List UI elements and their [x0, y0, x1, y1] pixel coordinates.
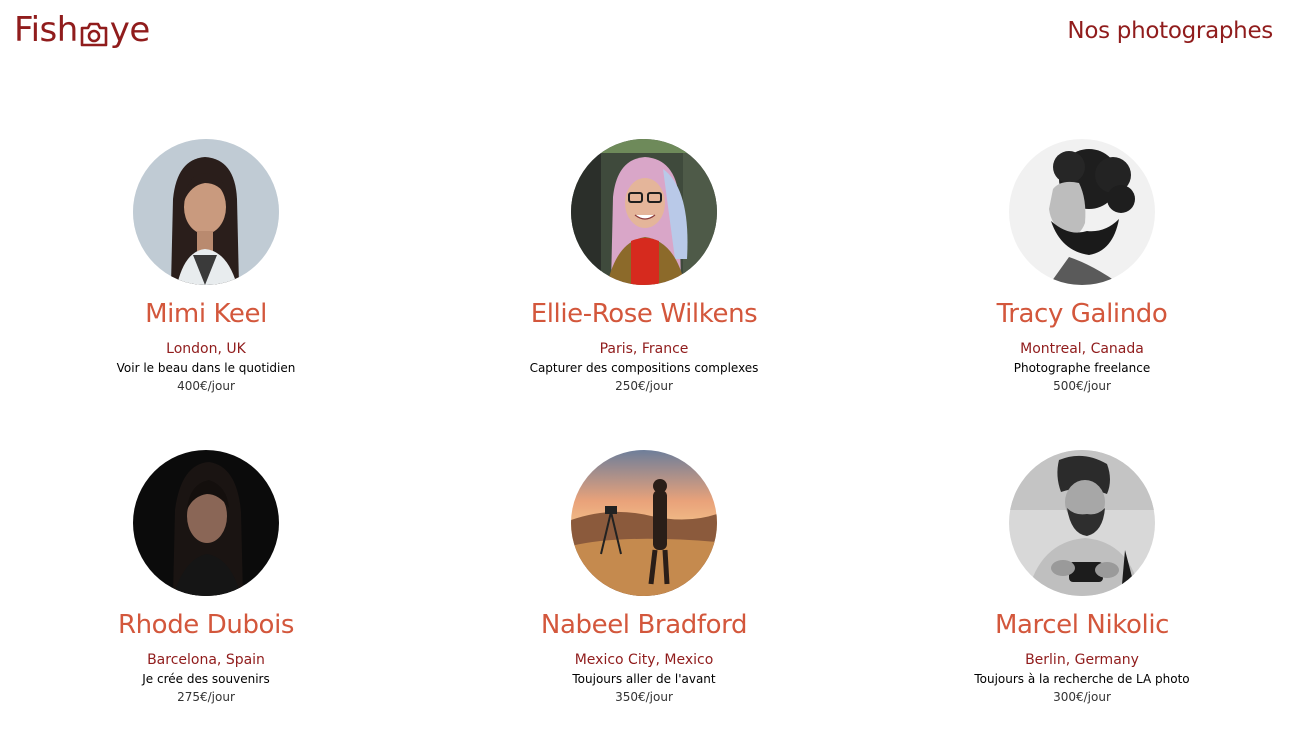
logo-text-left: Fish	[14, 10, 78, 50]
portrait-image	[571, 139, 717, 285]
photographer-tagline: Photographe freelance	[1013, 361, 1151, 375]
photographer-card[interactable]: Nabeel Bradford Mexico City, Mexico Touj…	[464, 450, 824, 705]
photographer-location: Paris, France	[599, 341, 689, 357]
logo-text-right: ye	[109, 10, 151, 50]
photographer-name: Marcel Nikolic	[994, 610, 1170, 640]
photographer-card[interactable]: Marcel Nikolic Berlin, Germany Toujours …	[902, 450, 1262, 705]
photographer-price: 350€/jour	[615, 690, 673, 704]
camera-icon	[79, 17, 109, 47]
photographer-location: Berlin, Germany	[1025, 652, 1139, 668]
photographer-location: Mexico City, Mexico	[574, 652, 714, 668]
photographer-location: Barcelona, Spain	[147, 652, 265, 668]
photographer-price: 275€/jour	[177, 690, 235, 704]
photographer-name: Tracy Galindo	[996, 299, 1168, 329]
portrait-image	[133, 450, 279, 596]
photographer-card[interactable]: Rhode Dubois Barcelona, Spain Je crée de…	[26, 450, 386, 705]
photographer-price: 500€/jour	[1053, 379, 1111, 393]
photographer-price: 250€/jour	[615, 379, 673, 393]
photographer-location: London, UK	[166, 341, 246, 357]
photographer-price: 300€/jour	[1053, 690, 1111, 704]
site-header: Fish ye Nos photographes	[0, 0, 1291, 80]
photographer-price: 400€/jour	[177, 379, 235, 393]
photographer-name: Nabeel Bradford	[540, 610, 748, 640]
photographer-tagline: Toujours aller de l'avant	[572, 672, 716, 686]
photographer-name: Ellie-Rose Wilkens	[530, 299, 758, 329]
portrait-image	[1009, 450, 1155, 596]
photographer-name: Mimi Keel	[145, 299, 267, 329]
photographer-card[interactable]: Mimi Keel London, UK Voir le beau dans l…	[26, 139, 386, 394]
photographer-location: Montreal, Canada	[1020, 341, 1144, 357]
photographer-tagline: Toujours à la recherche de LA photo	[974, 672, 1190, 686]
photographer-card[interactable]: Ellie-Rose Wilkens Paris, France Capture…	[464, 139, 824, 394]
photographer-tagline: Je crée des souvenirs	[142, 672, 270, 686]
photographer-tagline: Voir le beau dans le quotidien	[116, 361, 296, 375]
page-heading: Nos photographes	[1067, 18, 1273, 44]
portrait-image	[133, 139, 279, 285]
portrait-image	[1009, 139, 1155, 285]
photographer-tagline: Capturer des compositions complexes	[529, 361, 759, 375]
logo[interactable]: Fish ye	[14, 8, 150, 52]
portrait-image	[571, 450, 717, 596]
photographer-card[interactable]: Tracy Galindo Montreal, Canada Photograp…	[902, 139, 1262, 394]
photographer-name: Rhode Dubois	[117, 610, 295, 640]
